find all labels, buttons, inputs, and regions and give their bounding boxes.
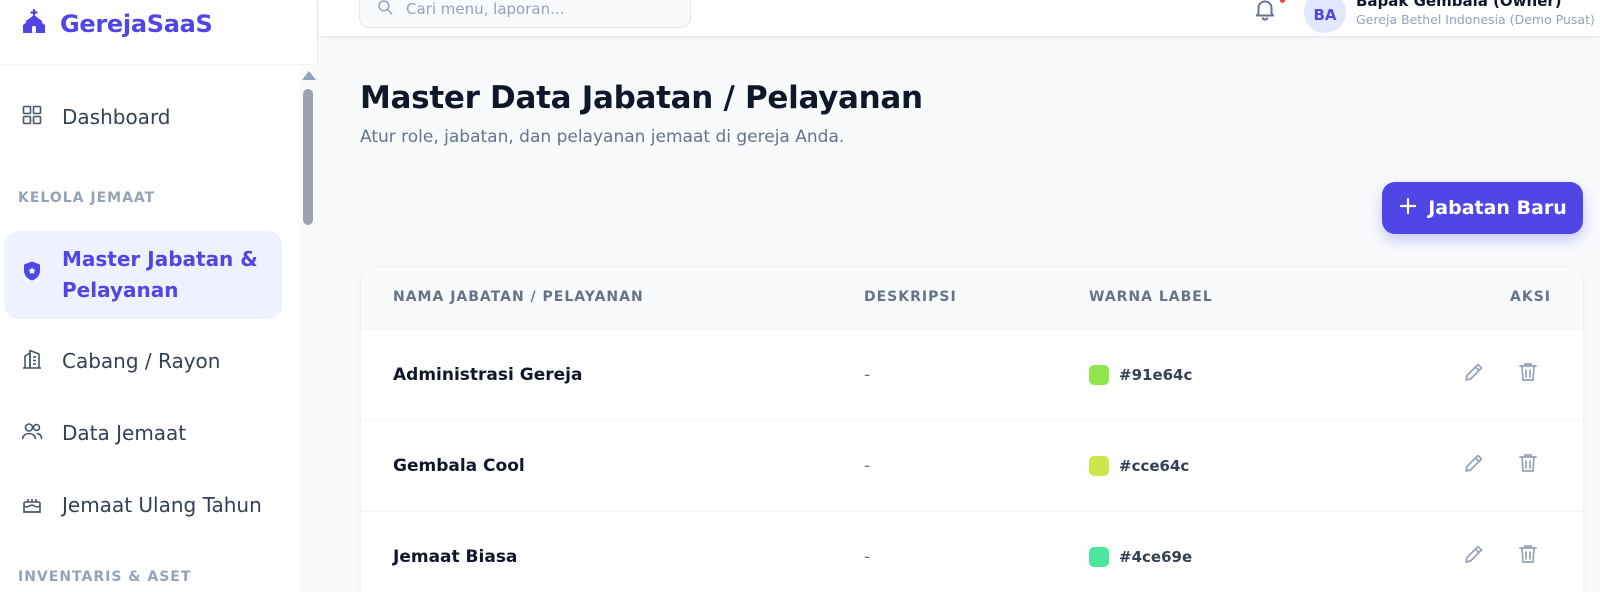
sidebar: GerejaSaaS Dashboard KELOLA JEMAAT Maste… [0,0,318,592]
pencil-icon[interactable] [1462,451,1488,477]
color-label: #cce64c [1089,456,1189,476]
sidebar-item-dashboard[interactable]: Dashboard [4,89,282,145]
section-inventaris-aset: INVENTARIS & ASET [18,569,192,585]
table-row: Jemaat Biasa - #4ce69e [361,512,1583,592]
notification-dot [1280,0,1285,3]
jabatan-name: Administrasi Gereja [393,365,583,385]
scroll-up-arrow-icon[interactable] [302,71,316,80]
jabatan-name: Jemaat Biasa [393,547,518,567]
sidebar-item-data-jemaat[interactable]: Data Jemaat [4,405,282,461]
sidebar-item-label: Data Jemaat [62,421,187,445]
sidebar-item-master-jabatan[interactable]: Master Jabatan & Pelayanan [4,231,282,319]
jabatan-description: - [864,547,871,567]
column-header-aksi: AKSI [1510,289,1551,305]
column-header-warna-label: WARNA LABEL [1089,289,1213,305]
sidebar-nav: Dashboard KELOLA JEMAAT Master Jabatan &… [0,65,300,592]
avatar[interactable]: BA [1304,0,1346,33]
bell-icon[interactable] [1252,0,1278,22]
grid-icon [20,103,44,132]
topbar: BA Bapak Gembala (Owner) Gereja Bethel I… [319,0,1600,37]
search-icon [376,0,394,20]
users-icon [20,419,44,448]
table-row: Administrasi Gereja - #91e64c [361,330,1583,421]
sidebar-item-label: Cabang / Rayon [62,349,221,373]
search-box[interactable] [359,0,691,28]
brand[interactable]: GerejaSaaS [20,8,213,40]
shield-star-icon [20,259,44,292]
building-icon [20,347,44,376]
search-input[interactable] [406,0,666,18]
color-swatch [1089,547,1109,567]
brand-name: GerejaSaaS [60,10,213,38]
trash-icon[interactable] [1516,451,1542,477]
jabatan-description: - [864,365,871,385]
jabatan-table: NAMA JABATAN / PELAYANAN DESKRIPSI WARNA… [360,266,1584,592]
page-title: Master Data Jabatan / Pelayanan [360,80,923,116]
color-swatch [1089,365,1109,385]
sidebar-item-cabang-rayon[interactable]: Cabang / Rayon [4,333,282,389]
scrollbar-thumb[interactable] [303,89,313,225]
page-subtitle: Atur role, jabatan, dan pelayanan jemaat… [360,127,845,147]
cake-icon [20,491,44,520]
button-label: Jabatan Baru [1428,197,1567,219]
sidebar-item-label: Master Jabatan & Pelayanan [62,247,258,302]
jabatan-description: - [864,456,871,476]
plus-icon [1398,196,1418,221]
sidebar-item-label: Jemaat Ulang Tahun [62,493,262,517]
trash-icon[interactable] [1516,542,1542,568]
column-header-deskripsi: DESKRIPSI [864,289,957,305]
column-header-nama: NAMA JABATAN / PELAYANAN [393,289,644,305]
section-kelola-jemaat: KELOLA JEMAAT [18,190,156,206]
color-hex: #91e64c [1119,366,1193,384]
table-header: NAMA JABATAN / PELAYANAN DESKRIPSI WARNA… [361,267,1583,330]
new-jabatan-button[interactable]: Jabatan Baru [1382,182,1583,234]
pencil-icon[interactable] [1462,542,1488,568]
church-icon [20,8,48,40]
table-row: Gembala Cool - #cce64c [361,421,1583,512]
color-label: #4ce69e [1089,547,1192,567]
trash-icon[interactable] [1516,360,1542,386]
pencil-icon[interactable] [1462,360,1488,386]
user-church: Gereja Bethel Indonesia (Demo Pusat) [1356,12,1595,27]
color-hex: #cce64c [1119,457,1190,475]
sidebar-item-jemaat-ulang-tahun[interactable]: Jemaat Ulang Tahun [4,477,282,533]
sidebar-item-label: Dashboard [62,105,171,129]
user-name: Bapak Gembala (Owner) [1356,0,1562,10]
jabatan-name: Gembala Cool [393,456,525,476]
color-swatch [1089,456,1109,476]
color-hex: #4ce69e [1119,548,1193,566]
color-label: #91e64c [1089,365,1192,385]
